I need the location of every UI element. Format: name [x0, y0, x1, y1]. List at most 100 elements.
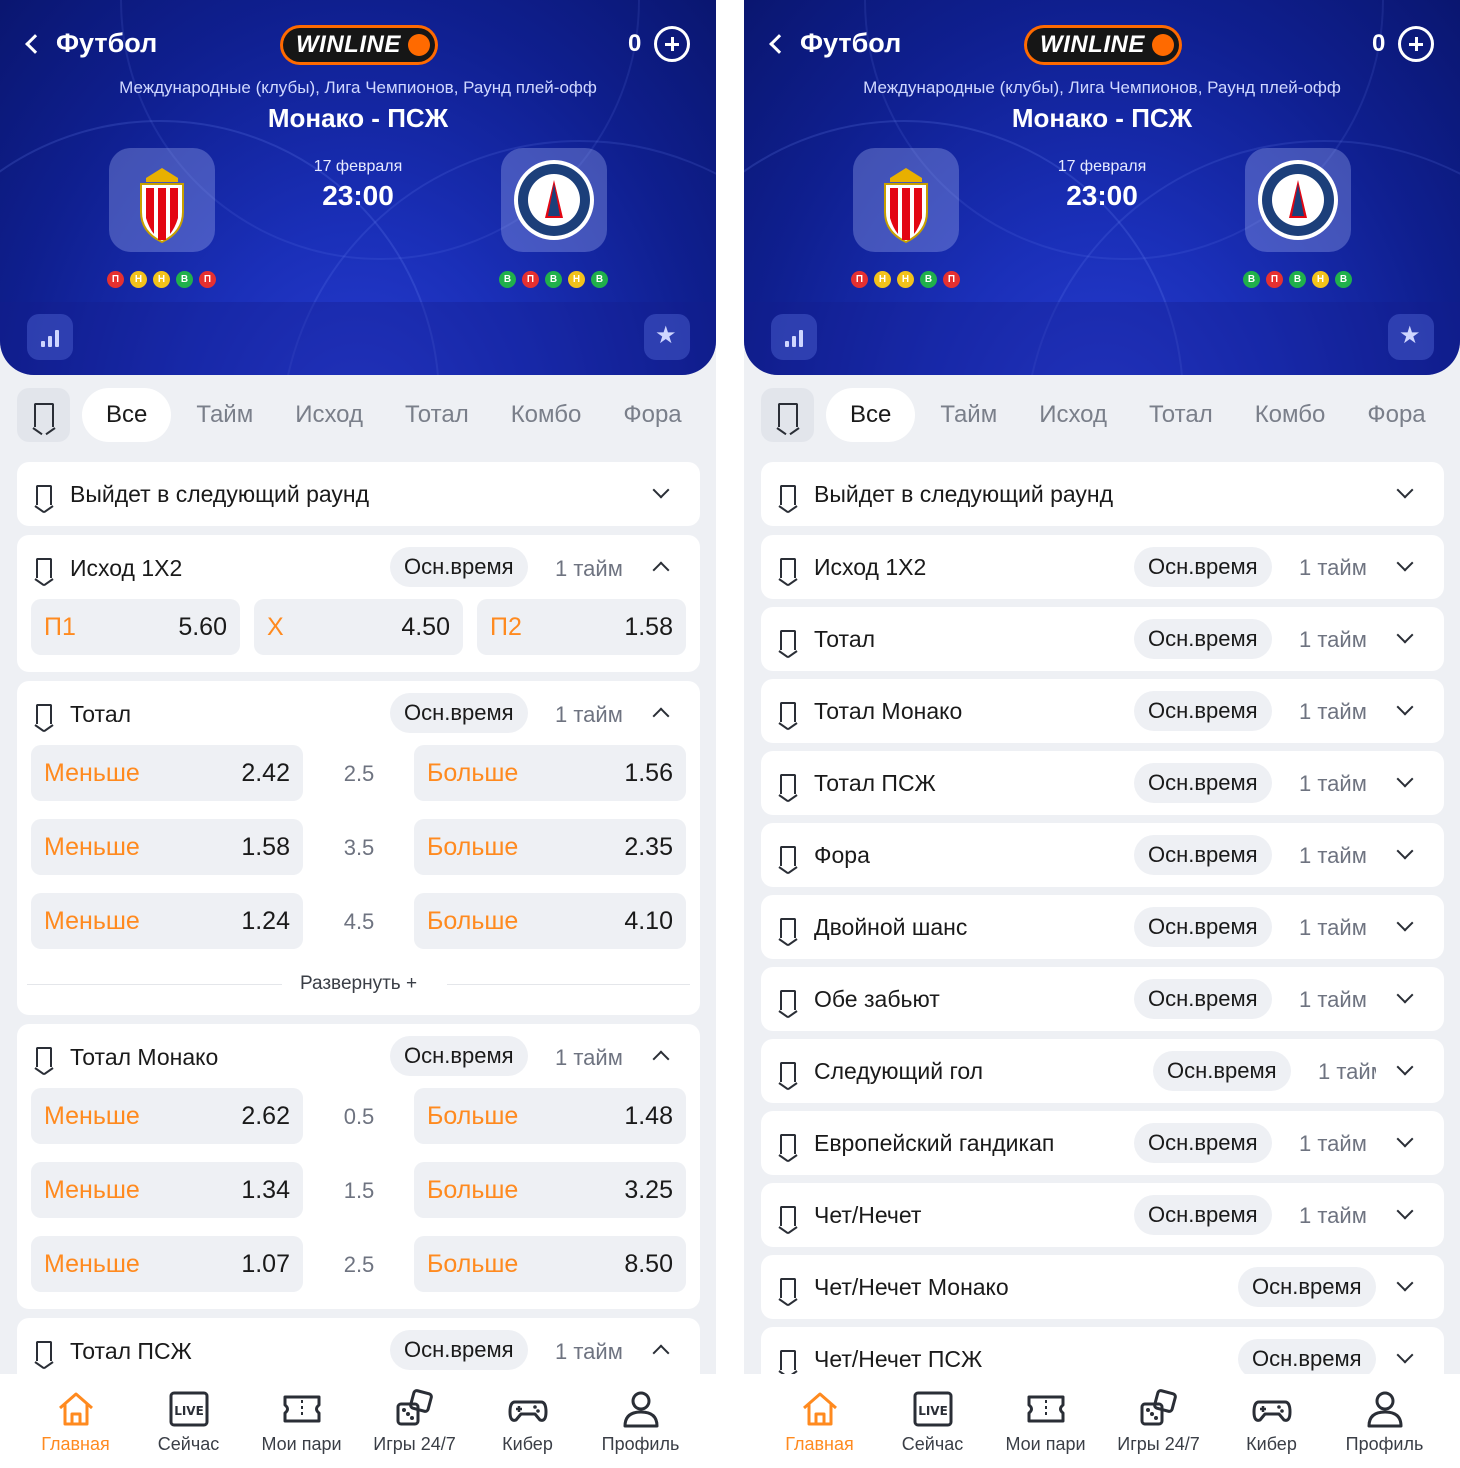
chevron-down-icon[interactable]: [1396, 1346, 1414, 1364]
main-time-pill[interactable]: Осн.время: [1134, 691, 1272, 731]
stats-button[interactable]: [771, 314, 817, 360]
bookmark-icon[interactable]: [780, 918, 796, 938]
chevron-up-icon[interactable]: [652, 707, 670, 725]
market-row[interactable]: Тотал Осн.время 1 тайм: [761, 607, 1444, 671]
main-time-pill[interactable]: Осн.время: [390, 693, 528, 733]
main-time-pill[interactable]: Осн.время: [1134, 835, 1272, 875]
favorite-button[interactable]: ★: [644, 314, 690, 360]
bookmark-filter-button[interactable]: [761, 388, 814, 442]
main-time-pill[interactable]: Осн.время: [1238, 1339, 1376, 1379]
market-row[interactable]: Следующий гол Осн.время 1 тайм: [761, 1039, 1444, 1103]
under-button[interactable]: Меньше 2.62: [31, 1088, 303, 1144]
chevron-down-icon[interactable]: [1396, 481, 1414, 499]
main-time-pill[interactable]: Осн.время: [1238, 1267, 1376, 1307]
under-button[interactable]: Меньше 1.24: [31, 893, 303, 949]
chevron-down-icon[interactable]: [1396, 698, 1414, 716]
chevron-down-icon[interactable]: [1396, 1274, 1414, 1292]
first-half-toggle[interactable]: 1 тайм: [555, 1339, 623, 1365]
nav-live[interactable]: LIVE Сейчас: [132, 1374, 245, 1468]
nav-profile[interactable]: Профиль: [584, 1374, 697, 1468]
nav-profile[interactable]: Профиль: [1328, 1374, 1441, 1468]
stats-button[interactable]: [27, 314, 73, 360]
main-time-pill[interactable]: Осн.время: [390, 1330, 528, 1370]
nav-games[interactable]: Игры 24/7: [1102, 1374, 1215, 1468]
tab-total[interactable]: Тотал: [384, 388, 490, 442]
over-button[interactable]: Больше 8.50: [414, 1236, 686, 1292]
chevron-up-icon[interactable]: [652, 1050, 670, 1068]
bookmark-icon[interactable]: [780, 702, 796, 722]
odd-button[interactable]: П2 1.58: [477, 599, 686, 655]
chevron-down-icon[interactable]: [652, 481, 670, 499]
under-button[interactable]: Меньше 1.58: [31, 819, 303, 875]
first-half-toggle[interactable]: 1 тайм: [555, 702, 623, 728]
bookmark-icon[interactable]: [780, 1278, 796, 1298]
chevron-down-icon[interactable]: [1396, 986, 1414, 1004]
bookmark-icon[interactable]: [36, 485, 52, 505]
main-time-pill[interactable]: Осн.время: [1134, 763, 1272, 803]
favorite-button[interactable]: ★: [1388, 314, 1434, 360]
odd-button[interactable]: П1 5.60: [31, 599, 240, 655]
chevron-down-icon[interactable]: [1396, 842, 1414, 860]
tab-handicap[interactable]: Фора: [1346, 388, 1446, 442]
plus-circle-icon[interactable]: [654, 26, 690, 62]
first-half-toggle[interactable]: 1 тайм: [1299, 915, 1367, 941]
first-half-toggle[interactable]: 1 тайм: [555, 1045, 623, 1071]
first-half-toggle[interactable]: 1 тайм: [555, 556, 623, 582]
tab-outcome[interactable]: Исход: [1018, 388, 1128, 442]
bookmark-icon[interactable]: [780, 1062, 796, 1082]
chevron-up-icon[interactable]: [652, 561, 670, 579]
bookmark-icon[interactable]: [780, 774, 796, 794]
chevron-down-icon[interactable]: [1396, 914, 1414, 932]
bookmark-icon[interactable]: [780, 990, 796, 1010]
tab-handicap[interactable]: Фора: [602, 388, 702, 442]
over-button[interactable]: Больше 4.10: [414, 893, 686, 949]
bookmark-filter-button[interactable]: [17, 388, 70, 442]
chevron-down-icon[interactable]: [1396, 1202, 1414, 1220]
bookmark-icon[interactable]: [780, 630, 796, 650]
main-time-pill[interactable]: Осн.время: [1134, 547, 1272, 587]
market-row[interactable]: Тотал ПСЖ Осн.время 1 тайм: [761, 751, 1444, 815]
tab-all[interactable]: Все: [82, 388, 172, 442]
nav-cyber[interactable]: Кибер: [1215, 1374, 1328, 1468]
nav-my-bets[interactable]: Мои пари: [989, 1374, 1102, 1468]
expand-button[interactable]: Развернуть +: [27, 970, 690, 1000]
back-button[interactable]: Футбол: [766, 28, 901, 59]
first-half-toggle[interactable]: 1 тайм: [1299, 1203, 1367, 1229]
chevron-down-icon[interactable]: [1396, 1058, 1414, 1076]
tab-total[interactable]: Тотал: [1128, 388, 1234, 442]
nav-cyber[interactable]: Кибер: [471, 1374, 584, 1468]
chevron-up-icon[interactable]: [652, 1344, 670, 1362]
under-button[interactable]: Меньше 1.34: [31, 1162, 303, 1218]
nav-games[interactable]: Игры 24/7: [358, 1374, 471, 1468]
tab-half[interactable]: Тайм: [919, 388, 1018, 442]
main-time-pill[interactable]: Осн.время: [1134, 1195, 1272, 1235]
tab-combo[interactable]: Комбо: [1234, 388, 1347, 442]
nav-my-bets[interactable]: Мои пари: [245, 1374, 358, 1468]
over-button[interactable]: Больше 3.25: [414, 1162, 686, 1218]
market-next-round[interactable]: Выйдет в следующий раунд: [17, 462, 700, 526]
nav-home[interactable]: Главная: [19, 1374, 132, 1468]
market-row[interactable]: Фора Осн.время 1 тайм: [761, 823, 1444, 887]
chevron-down-icon[interactable]: [1396, 554, 1414, 572]
tab-half[interactable]: Тайм: [175, 388, 274, 442]
plus-circle-icon[interactable]: [1398, 26, 1434, 62]
first-half-toggle[interactable]: 1 тайм: [1299, 627, 1367, 653]
over-button[interactable]: Больше 2.35: [414, 819, 686, 875]
under-button[interactable]: Меньше 2.42: [31, 745, 303, 801]
nav-home[interactable]: Главная: [763, 1374, 876, 1468]
tab-outcome[interactable]: Исход: [274, 388, 384, 442]
odd-button[interactable]: X 4.50: [254, 599, 463, 655]
first-half-toggle[interactable]: 1 тайм: [1299, 555, 1367, 581]
bookmark-icon[interactable]: [36, 1341, 52, 1361]
chevron-down-icon[interactable]: [1396, 770, 1414, 788]
bookmark-icon[interactable]: [36, 704, 52, 724]
over-button[interactable]: Больше 1.56: [414, 745, 686, 801]
chevron-down-icon[interactable]: [1396, 1130, 1414, 1148]
first-half-toggle[interactable]: 1 тайм: [1318, 1059, 1376, 1085]
chevron-down-icon[interactable]: [1396, 626, 1414, 644]
market-row[interactable]: Исход 1X2 Осн.время 1 тайм: [761, 535, 1444, 599]
under-button[interactable]: Меньше 1.07: [31, 1236, 303, 1292]
back-button[interactable]: Футбол: [22, 28, 157, 59]
main-time-pill[interactable]: Осн.время: [390, 547, 528, 587]
bookmark-icon[interactable]: [780, 846, 796, 866]
